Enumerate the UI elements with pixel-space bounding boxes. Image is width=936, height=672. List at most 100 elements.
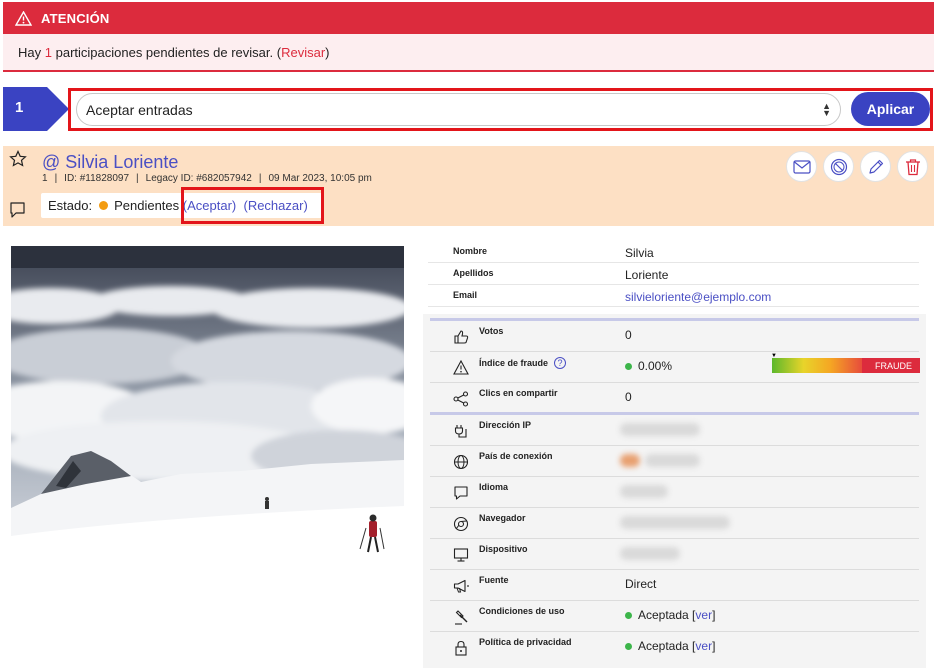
- tech-value: Aceptada [ver]: [625, 639, 715, 653]
- tech-label: País de conexión: [479, 451, 553, 461]
- tech-label: Política de privacidad: [479, 637, 572, 647]
- tech-label: Fuente: [479, 575, 509, 585]
- bulk-action-value: Aceptar entradas: [86, 101, 193, 118]
- warning-icon: [453, 359, 469, 380]
- delete-button[interactable]: [897, 151, 928, 182]
- legacy-id: Legacy ID: #682057942: [145, 173, 252, 184]
- status-dot: [625, 612, 632, 619]
- redacted-value: [620, 485, 668, 498]
- help-icon[interactable]: ?: [554, 357, 567, 369]
- tech-row-navegador: Navegador: [430, 508, 919, 539]
- detail-row-nombre: Nombre Silvia: [428, 241, 919, 263]
- fraud-gradient: [772, 358, 862, 373]
- detail-label: Email: [453, 290, 478, 300]
- tech-label: Dirección IP: [479, 420, 532, 430]
- tech-label: Condiciones de uso: [479, 606, 565, 616]
- detail-row-apellidos: Apellidos Loriente: [428, 263, 919, 285]
- mail-button[interactable]: [786, 151, 817, 182]
- fraud-value: 0.00%: [638, 359, 673, 373]
- step-number: 1: [15, 99, 24, 116]
- fraud-label-text: Índice de fraude: [479, 358, 549, 368]
- tech-row-idioma: Idioma: [430, 477, 919, 508]
- highlight-frame-status: [181, 187, 324, 224]
- detail-label: Nombre: [453, 246, 488, 256]
- status-value: Pendientes: [114, 198, 180, 213]
- participant-name-text: Silvia Loriente: [65, 152, 179, 172]
- tech-row-fuente: Fuente Direct: [430, 570, 919, 601]
- stat-row-votos: Votos 0: [430, 321, 919, 352]
- entry-photo[interactable]: [11, 246, 404, 569]
- tech-row-ip: Dirección IP: [430, 415, 919, 446]
- tech-row-dispositivo: Dispositivo: [430, 539, 919, 570]
- share-icon: [453, 391, 469, 412]
- fraud-zone: FRAUDE: [862, 358, 920, 373]
- status-dot: [99, 201, 109, 210]
- page: { "alert": { "title": "ATENCIÓN", "msg_p…: [0, 0, 936, 672]
- redacted-value: [620, 547, 680, 560]
- apply-button[interactable]: Aplicar: [851, 92, 930, 126]
- view-terms-link[interactable]: ver: [695, 608, 712, 622]
- tech-label: Navegador: [479, 513, 526, 523]
- block-button[interactable]: [823, 151, 854, 182]
- stat-value: 0: [625, 328, 632, 342]
- plug-icon: [453, 423, 469, 444]
- tech-row-pais: País de conexión: [430, 446, 919, 477]
- step-badge: 1: [3, 87, 70, 131]
- redacted-value: [620, 423, 700, 436]
- entry-actions: [786, 151, 928, 182]
- redacted-value: [620, 516, 730, 529]
- participant-name[interactable]: @ Silvia Loriente: [42, 152, 178, 173]
- globe-icon: [453, 454, 469, 475]
- bulk-action-select[interactable]: Aceptar entradas ▲ ▼: [76, 93, 841, 126]
- alert-text-suffix: participaciones pendientes de revisar. (: [55, 44, 282, 60]
- block-icon: [830, 158, 847, 175]
- fraud-zone-label: FRAUDE: [874, 360, 912, 371]
- tech-row-privacidad: Política de privacidad Aceptada [ver]: [430, 632, 919, 663]
- entry-meta: 1 | ID: #11828097 | Legacy ID: #682057942 | 09…: [42, 173, 372, 184]
- tech-value: Aceptada [ver]: [625, 608, 715, 622]
- lock-icon: [453, 640, 469, 661]
- redacted-value: [645, 454, 700, 467]
- megaphone-icon: [453, 578, 470, 599]
- detail-value: Loriente: [625, 268, 669, 282]
- stat-label: Índice de fraude?: [479, 357, 567, 369]
- pending-count: 1: [44, 44, 52, 60]
- view-privacy-link[interactable]: ver: [695, 639, 712, 653]
- mail-icon: [792, 159, 811, 174]
- stat-value: 0: [625, 390, 632, 404]
- fraud-gauge: FRAUDE: [772, 358, 920, 373]
- entry-id: ID: #11828097: [64, 173, 130, 184]
- alert-message: Hay 1 participaciones pendientes de revi…: [3, 34, 934, 72]
- tech-label: Idioma: [479, 482, 509, 492]
- status-dot: [625, 643, 632, 650]
- gavel-icon: [453, 609, 469, 630]
- comment-icon[interactable]: [9, 201, 26, 224]
- select-arrows-icon: ▲ ▼: [822, 101, 831, 118]
- stat-label: Votos: [479, 326, 504, 336]
- detail-label: Apellidos: [453, 268, 494, 278]
- at-symbol: @: [42, 152, 61, 172]
- thumbs-up-icon: [453, 329, 469, 350]
- email-link[interactable]: silvieloriente@ejemplo.com: [625, 290, 771, 304]
- chrome-icon: [453, 516, 469, 537]
- stats-panel: Votos 0 Índice de fraude? 0.00% ▼ FRAUDE…: [423, 314, 926, 414]
- delete-icon: [905, 158, 920, 175]
- tech-label: Dispositivo: [479, 544, 528, 554]
- participant-details: Nombre Silvia Apellidos Loriente Email s…: [428, 241, 919, 307]
- accepted-text: Aceptada: [638, 608, 689, 622]
- tech-panel: Dirección IP País de conexión Idioma Nav…: [423, 410, 926, 668]
- edit-button[interactable]: [860, 151, 891, 182]
- alert-header: ATENCIÓN: [3, 2, 934, 34]
- stat-label: Clics en compartir: [479, 388, 558, 398]
- detail-row-email: Email silvieloriente@ejemplo.com: [428, 285, 919, 307]
- review-link[interactable]: Revisar: [281, 45, 325, 60]
- monitor-icon: [453, 547, 469, 568]
- alert-text-end: ): [325, 44, 330, 60]
- star-icon[interactable]: [9, 150, 27, 173]
- entry-date: 09 Mar 2023, 10:05 pm: [268, 173, 372, 184]
- status-dot: [625, 363, 632, 370]
- stat-value: 0.00%: [625, 359, 672, 373]
- edit-icon: [868, 159, 883, 174]
- alert-title: ATENCIÓN: [41, 10, 110, 26]
- tech-row-condiciones: Condiciones de uso Aceptada [ver]: [430, 601, 919, 632]
